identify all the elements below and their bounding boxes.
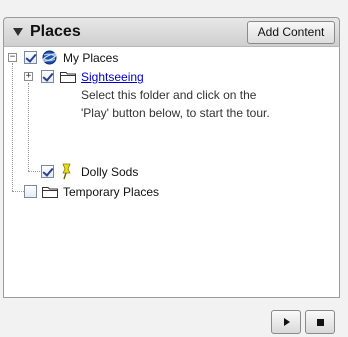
tour-controls <box>3 298 340 336</box>
play-icon <box>284 318 290 326</box>
my-places-label: My Places <box>63 51 119 65</box>
sightseeing-link[interactable]: Sightseeing <box>81 70 144 84</box>
temporary-places-checkbox[interactable] <box>24 185 37 198</box>
tree-item-sightseeing[interactable]: + Sightseeing <box>4 68 334 86</box>
folder-icon <box>60 72 76 83</box>
globe-icon <box>42 50 57 65</box>
panel-title: Places <box>30 23 81 40</box>
dolly-sods-label: Dolly Sods <box>81 165 139 179</box>
collapse-triangle-icon[interactable] <box>13 28 23 36</box>
tree-item-my-places[interactable]: − My Places <box>4 49 334 67</box>
sightseeing-description-line-1: Select this folder and click on the <box>81 88 257 102</box>
tree-item-temporary-places[interactable]: Temporary Places <box>4 183 334 201</box>
tree-line <box>28 83 29 171</box>
expand-expander-icon[interactable]: + <box>24 72 33 81</box>
folder-icon <box>42 187 58 198</box>
temporary-places-label: Temporary Places <box>63 185 160 199</box>
places-tree: − My Places + Sightseeing Select this fo… <box>3 46 340 298</box>
placemark-pin-icon <box>62 163 71 180</box>
add-content-button[interactable]: Add Content <box>247 21 335 44</box>
tree-item-dolly-sods[interactable]: Dolly Sods <box>4 163 334 181</box>
collapse-expander-icon[interactable]: − <box>8 53 17 62</box>
stop-icon <box>317 319 324 326</box>
places-panel: Places Add Content − My Places + Sightse… <box>3 17 340 334</box>
sightseeing-description-line-2: 'Play' button below, to start the tour. <box>81 106 270 120</box>
stop-tour-button[interactable] <box>305 310 335 334</box>
dolly-sods-checkbox[interactable] <box>41 165 54 178</box>
my-places-checkbox[interactable] <box>24 51 37 64</box>
places-header[interactable]: Places Add Content <box>3 17 340 47</box>
play-tour-button[interactable] <box>271 310 301 334</box>
sightseeing-checkbox[interactable] <box>41 70 54 83</box>
